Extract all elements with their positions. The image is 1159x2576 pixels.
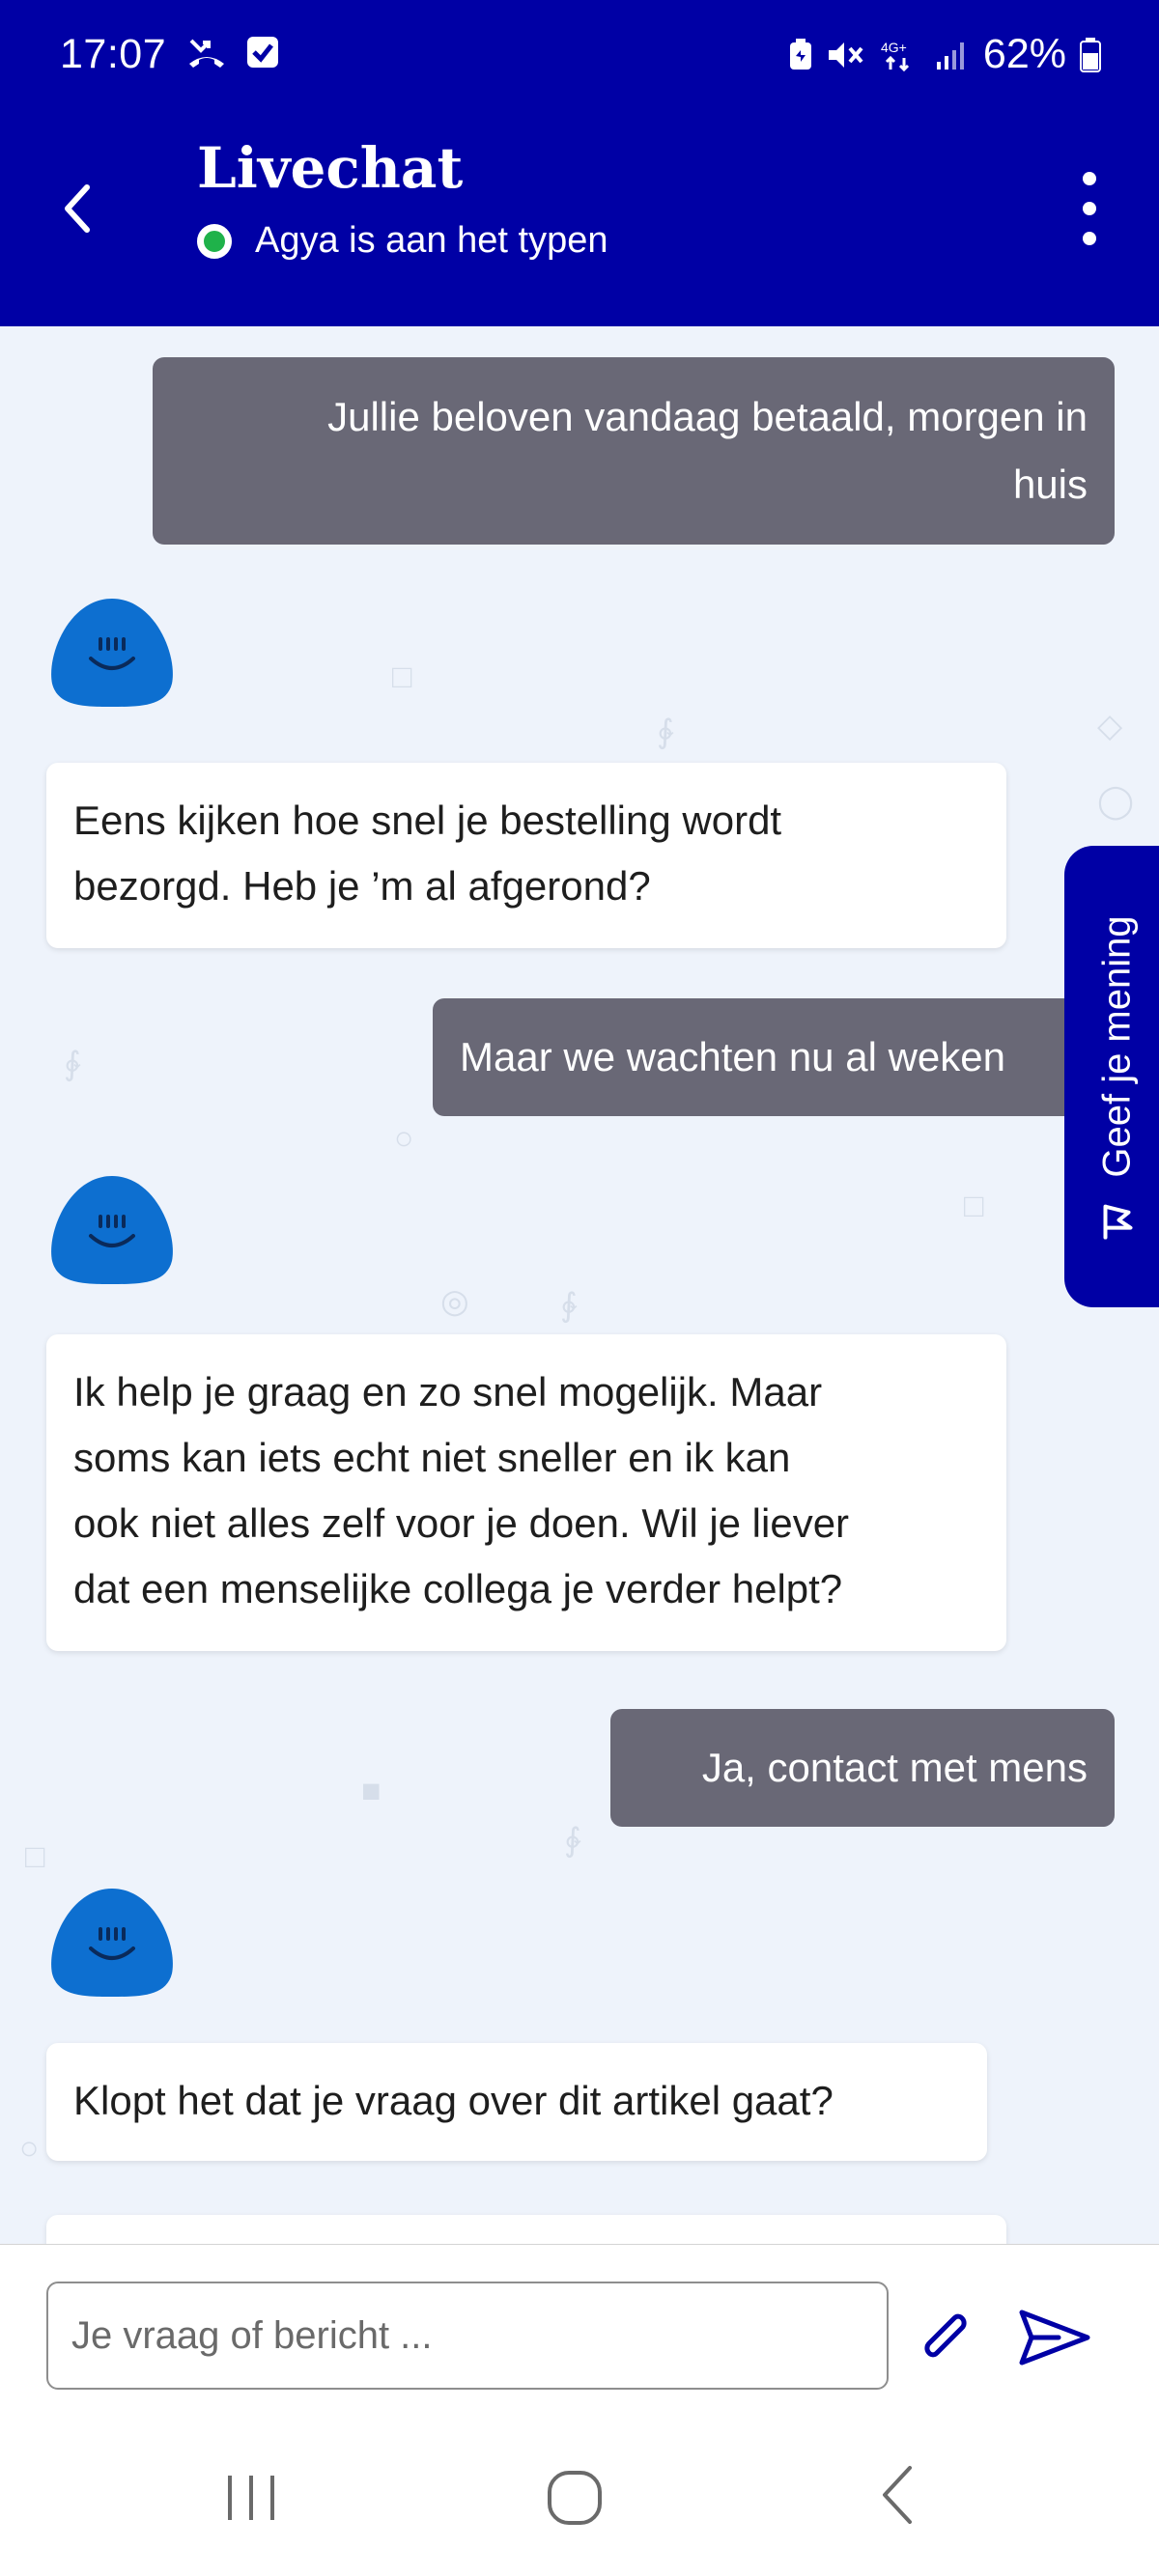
agent-message: Klopt het dat je vraag over dit artikel … xyxy=(46,2043,987,2161)
background-doodle-icon: ◯ xyxy=(1097,783,1135,820)
message-line: Jullie beloven vandaag betaald, morgen i… xyxy=(327,394,1088,439)
background-doodle-icon: □ xyxy=(392,658,412,695)
agent-status: Agya is aan het typen xyxy=(197,220,608,262)
header: 17:07 4G+ 62% Livechat Agya is aan het t… xyxy=(0,0,1159,326)
background-doodle-icon: ∲ xyxy=(657,714,674,750)
feedback-flag-icon xyxy=(1101,1203,1134,1240)
avatar-icon xyxy=(51,1176,173,1284)
message-line: Ja, contact met mens xyxy=(701,1745,1088,1790)
background-doodle-icon: ◎ xyxy=(440,1283,469,1320)
user-message: Jullie beloven vandaag betaald, morgen i… xyxy=(153,357,1115,545)
livechat-screen: 17:07 4G+ 62% Livechat Agya is aan het t… xyxy=(0,0,1159,2576)
message-line: Ik help je graag en zo snel mogelijk. Ma… xyxy=(73,1369,823,1414)
background-doodle-icon: ∲ xyxy=(560,1287,578,1324)
message-composer xyxy=(0,2244,1159,2402)
background-doodle-icon: □ xyxy=(964,1188,984,1224)
missed-call-icon xyxy=(189,39,224,68)
chat-messages[interactable]: □ ∲ ◇ ◯ ∲ ○ □ ∲ ◎ ■ ∲ □ ○ Jullie beloven… xyxy=(0,326,1159,2257)
background-doodle-icon: ∲ xyxy=(564,1822,581,1859)
page-title: Livechat xyxy=(197,135,464,201)
background-doodle-icon: ◇ xyxy=(1097,708,1123,744)
avatar-icon xyxy=(51,1889,173,1997)
feedback-label: Geef je mening xyxy=(1095,915,1139,1178)
network-4g-icon: 4G+ xyxy=(881,40,909,71)
mute-icon xyxy=(828,42,863,68)
agent-message: Ik help je graag en zo snel mogelijk. Ma… xyxy=(46,1334,1006,1651)
message-line: Klopt het dat je vraag over dit artikel … xyxy=(73,2078,834,2123)
signal-icon xyxy=(936,42,964,70)
user-message: Ja, contact met mens xyxy=(610,1709,1115,1827)
message-line: bezorgd. Heb je ’m al afgerond? xyxy=(73,863,651,909)
battery-saver-icon xyxy=(789,38,811,70)
agent-message: Eens kijken hoe snel je bestelling wordt… xyxy=(46,763,1006,948)
background-doodle-icon: ∲ xyxy=(64,1046,81,1082)
message-line: ook niet alles zelf voor je doen. Wil je… xyxy=(73,1500,850,1546)
nav-back-icon[interactable] xyxy=(877,2464,919,2526)
background-doodle-icon: ■ xyxy=(361,1773,382,1809)
checkbox-icon xyxy=(247,37,278,68)
background-doodle-icon: ○ xyxy=(394,1120,414,1157)
recents-icon[interactable] xyxy=(222,2474,280,2522)
paperclip-icon[interactable] xyxy=(912,2305,977,2370)
message-input[interactable] xyxy=(46,2282,889,2390)
background-doodle-icon: □ xyxy=(25,1838,45,1875)
user-message: Maar we wachten nu al weken xyxy=(433,998,1159,1116)
battery-icon xyxy=(1080,37,1101,72)
message-line: dat een menselijke collega je verder hel… xyxy=(73,1566,843,1611)
back-arrow-icon[interactable] xyxy=(54,180,102,238)
send-icon[interactable] xyxy=(1016,2307,1093,2368)
online-indicator-icon xyxy=(197,223,232,259)
agent-status-text: Agya is aan het typen xyxy=(255,220,608,261)
message-line: huis xyxy=(1012,462,1088,507)
feedback-tab[interactable]: Geef je mening xyxy=(1064,846,1159,1307)
message-line: soms kan iets echt niet sneller en ik ka… xyxy=(73,1435,791,1480)
message-line: Eens kijken hoe snel je bestelling wordt xyxy=(73,798,782,843)
background-doodle-icon: ○ xyxy=(19,2130,40,2167)
status-system-icons: 4G+ 62% xyxy=(788,31,1101,78)
message-line: Maar we wachten nu al weken xyxy=(460,1034,1005,1079)
status-time: 17:07 xyxy=(60,31,167,77)
battery-percent: 62% xyxy=(982,31,1066,77)
system-navigation-bar xyxy=(0,2402,1159,2576)
status-notification-icons xyxy=(187,35,280,70)
svg-text:4G+: 4G+ xyxy=(881,40,907,55)
home-icon[interactable] xyxy=(547,2470,603,2526)
avatar-icon xyxy=(51,599,173,707)
more-vertical-icon[interactable] xyxy=(1070,172,1109,245)
